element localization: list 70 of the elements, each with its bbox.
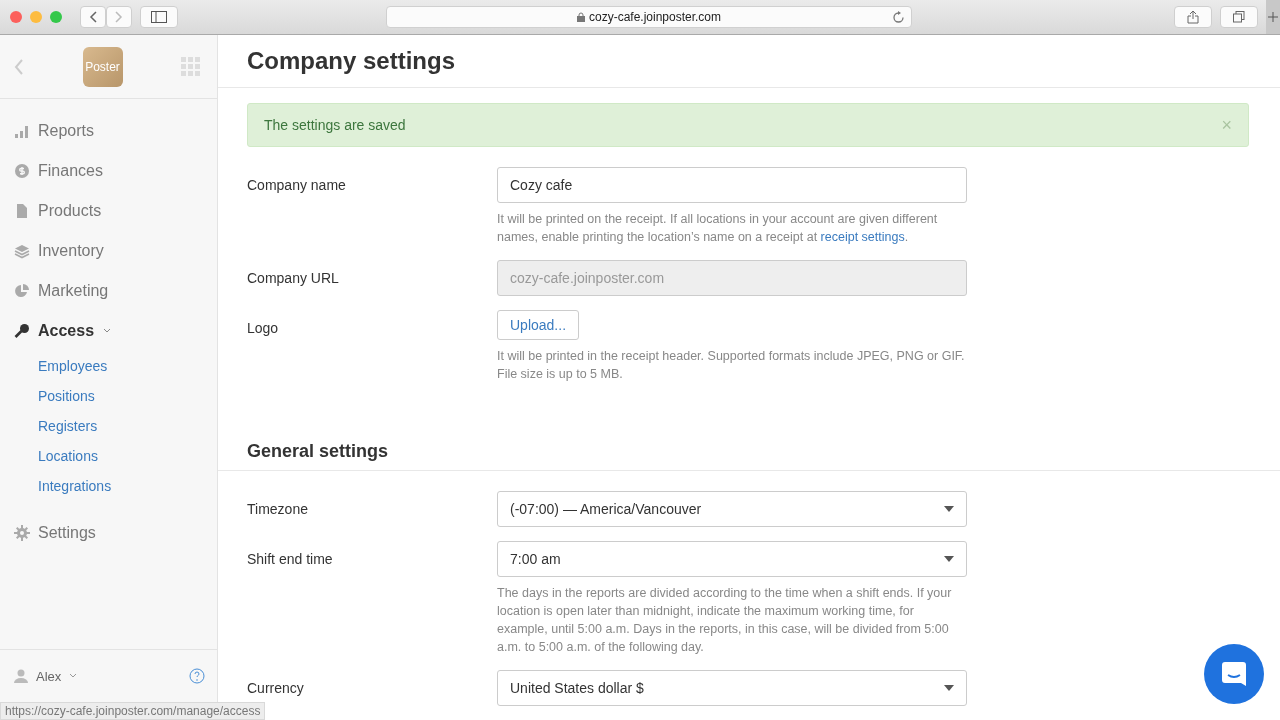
- lock-icon: [576, 12, 585, 22]
- help-text: The days in the reports are divided according to the time when a shift ends. If your location is open later than midnight, indicate the maximum working time, for example, until 5:00 a.m. Days in the reports, in this case, will be divided from 5:00 a.m. to 5:00 a.m. of the following day.: [497, 585, 953, 656]
- submenu-link[interactable]: Integrations: [38, 471, 217, 501]
- chat-button[interactable]: [1204, 644, 1264, 704]
- tabs-icon: [1233, 11, 1245, 23]
- plus-icon: [1268, 12, 1278, 22]
- share-icon: [1187, 10, 1199, 24]
- reload-icon[interactable]: [892, 11, 905, 24]
- receipt-settings-link[interactable]: receipt settings: [820, 230, 905, 244]
- share-button[interactable]: [1174, 6, 1212, 28]
- back-button[interactable]: [80, 6, 106, 28]
- sidebar-item[interactable]: Settings: [0, 513, 217, 553]
- chevron-down-icon[interactable]: [69, 673, 78, 679]
- submenu-link[interactable]: Locations: [38, 441, 217, 471]
- chevron-down-icon: [102, 327, 113, 335]
- close-window-button[interactable]: [10, 11, 22, 23]
- apps-grid-icon[interactable]: [181, 56, 201, 77]
- submenu-link[interactable]: Registers: [38, 411, 217, 441]
- help-icon[interactable]: [189, 668, 205, 684]
- select-dropdown[interactable]: 7:00 am: [497, 541, 967, 577]
- bar-chart-icon: [14, 123, 30, 139]
- help-text: It will be printed on the receipt. If all locations in your account are given different names, enable printing the location’s name on a receipt at receipt settings.: [497, 211, 939, 246]
- sidebar-item[interactable]: Marketing: [0, 271, 217, 311]
- sidebar-item[interactable]: Reports: [0, 111, 217, 151]
- help-text: It will be printed in the receipt header. Supported formats include JPEG, PNG or GIF. File size is up to 5 MB.: [497, 348, 966, 383]
- new-tab-button[interactable]: [1266, 0, 1280, 34]
- document-icon: [14, 203, 30, 219]
- field-label: Company name: [247, 176, 347, 195]
- tabs-button[interactable]: [1220, 6, 1258, 28]
- app-logo[interactable]: Poster: [82, 46, 123, 87]
- section-heading: General settings: [218, 441, 1280, 471]
- chevron-left-icon: [89, 11, 97, 23]
- status-bar-url: https://cozy-cafe.joinposter.com/manage/access: [0, 702, 266, 720]
- url-field: cozy-cafe.joinposter.com: [497, 260, 967, 296]
- alert-message: The settings are saved: [264, 117, 406, 134]
- sidebar-item[interactable]: Inventory: [0, 231, 217, 271]
- pie-chart-icon: [14, 283, 30, 299]
- field-label: Currency: [247, 679, 305, 698]
- dollar-coin-icon: [14, 163, 30, 179]
- key-icon: [14, 323, 30, 339]
- layers-icon: [14, 243, 30, 259]
- user-name[interactable]: Alex: [36, 668, 62, 684]
- user-icon: [14, 669, 28, 683]
- upload-button[interactable]: Upload...: [497, 310, 580, 340]
- url-text: cozy-cafe.joinposter.com: [588, 10, 722, 24]
- sidebar-item[interactable]: Finances: [0, 151, 217, 191]
- field-label: Timezone: [247, 500, 309, 519]
- minimize-window-button[interactable]: [30, 11, 42, 23]
- text-field[interactable]: Cozy cafe: [497, 167, 967, 203]
- forward-button[interactable]: [106, 6, 132, 28]
- page-title: Company settings: [218, 35, 1280, 89]
- dropdown-arrow-icon: [944, 506, 954, 512]
- sidebar-toggle-button[interactable]: [140, 6, 178, 28]
- field-label: Shift end time: [247, 550, 334, 569]
- chat-icon: [1221, 661, 1247, 687]
- sidebar-icon: [151, 11, 167, 23]
- field-label: Company URL: [247, 269, 340, 288]
- dropdown-arrow-icon: [944, 556, 954, 562]
- sidebar-item[interactable]: Access: [0, 311, 217, 351]
- dropdown-arrow-icon: [944, 685, 954, 691]
- sidebar-item[interactable]: Products: [0, 191, 217, 231]
- chevron-right-icon: [115, 11, 123, 23]
- select-dropdown[interactable]: (-07:00) — America/Vancouver: [497, 491, 967, 527]
- address-bar[interactable]: cozy-cafe.joinposter.com: [386, 6, 912, 28]
- zoom-window-button[interactable]: [50, 11, 62, 23]
- field-label: Logo: [247, 319, 280, 338]
- select-dropdown[interactable]: United States dollar $: [497, 670, 967, 706]
- submenu-link[interactable]: Positions: [38, 381, 217, 411]
- settings-icon: [14, 525, 30, 541]
- submenu-link[interactable]: Employees: [38, 351, 217, 381]
